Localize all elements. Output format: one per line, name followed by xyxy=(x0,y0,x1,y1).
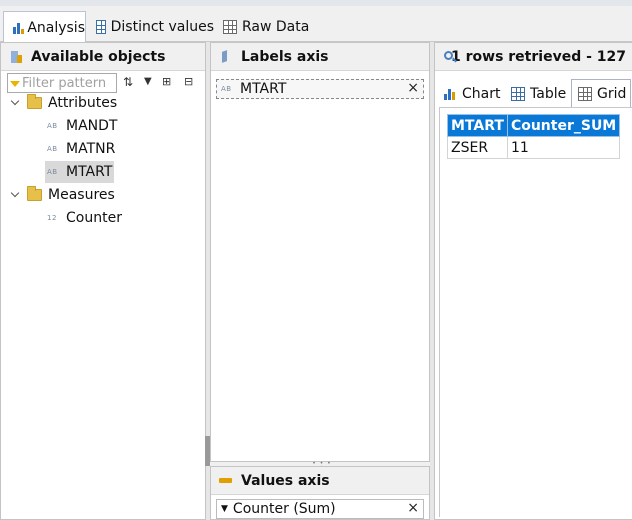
folder-icon xyxy=(27,186,42,201)
table-icon xyxy=(96,19,106,34)
tree-item-counter[interactable]: 12 Counter xyxy=(47,207,122,229)
labels-axis-panel: Labels axis AB MTART × xyxy=(210,42,430,462)
grid-cell[interactable]: 11 xyxy=(506,136,621,159)
grid-icon xyxy=(578,86,592,101)
bar-chart-icon xyxy=(12,21,24,35)
tree-item-mtart[interactable]: AB MTART xyxy=(45,161,115,183)
expand-all-icon[interactable]: ⊞ xyxy=(162,75,171,88)
values-axis-header: Values axis xyxy=(211,467,429,495)
values-axis-chip[interactable]: ▼ Counter (Sum) × xyxy=(216,499,424,519)
tab-distinct-values-label: Distinct values xyxy=(110,18,214,35)
measure-label: Counter xyxy=(66,210,122,226)
grid-content-area: MTART Counter_SUM ZSER 11 xyxy=(439,107,632,517)
results-status: 1 rows retrieved - 127 m xyxy=(451,48,632,65)
tab-raw-data-label: Raw Data xyxy=(242,18,310,35)
labels-axis-header: Labels axis xyxy=(211,43,429,71)
filter-funnel-icon xyxy=(10,81,20,87)
tab-chart[interactable]: Chart xyxy=(437,81,503,107)
tree-item-mandt[interactable]: AB MANDT xyxy=(47,115,117,137)
axis-marker-icon xyxy=(219,49,233,64)
table-icon xyxy=(511,87,525,101)
tab-table[interactable]: Table xyxy=(505,81,571,107)
attribute-label: MANDT xyxy=(66,118,118,134)
cube-icon xyxy=(9,50,23,64)
attributes-label: Attributes xyxy=(48,95,118,111)
chevron-down-icon[interactable] xyxy=(11,98,21,108)
collapse-all-icon[interactable]: ⊟ xyxy=(184,75,193,88)
text-type-icon: AB xyxy=(221,85,232,93)
text-type-icon: AB xyxy=(47,122,58,130)
tab-distinct-values[interactable]: Distinct values xyxy=(88,11,214,42)
filter-input[interactable]: Filter pattern xyxy=(7,73,117,93)
table-row[interactable]: ZSER 11 xyxy=(447,136,621,159)
tab-strip-background xyxy=(0,0,632,6)
available-objects-header: Available objects xyxy=(1,43,205,71)
tab-chart-label: Chart xyxy=(462,86,501,102)
tab-table-label: Table xyxy=(530,86,567,102)
available-objects-title: Available objects xyxy=(31,48,166,65)
tab-grid-label: Grid xyxy=(597,85,627,102)
chevron-down-icon[interactable] xyxy=(11,190,21,200)
folder-icon xyxy=(27,94,42,109)
tab-analysis[interactable]: Analysis xyxy=(3,11,86,43)
results-header: 1 rows retrieved - 127 m xyxy=(435,43,632,71)
column-header-counter-sum[interactable]: Counter_SUM xyxy=(506,114,621,137)
labels-axis-chip[interactable]: AB MTART × xyxy=(216,79,424,99)
grid-icon xyxy=(223,19,237,34)
tree-node-measures[interactable]: Measures xyxy=(11,184,115,206)
measures-label: Measures xyxy=(48,187,115,203)
available-objects-panel: Available objects Filter pattern ⇅ ▼ ⊞ ⊟… xyxy=(0,42,206,520)
tree-item-matnr[interactable]: AB MATNR xyxy=(47,138,115,160)
numeric-type-icon: 12 xyxy=(47,214,57,222)
values-axis-title: Values axis xyxy=(241,472,330,489)
column-header-mtart[interactable]: MTART xyxy=(447,114,508,137)
tab-grid[interactable]: Grid xyxy=(571,79,631,107)
labels-chip-label: MTART xyxy=(240,81,287,97)
results-grid[interactable]: MTART Counter_SUM ZSER 11 xyxy=(447,114,621,159)
remove-chip-icon[interactable]: × xyxy=(407,80,419,96)
grid-header-row: MTART Counter_SUM xyxy=(447,114,621,137)
results-panel: 1 rows retrieved - 127 m Chart Table Gri… xyxy=(434,42,632,520)
tab-raw-data[interactable]: Raw Data xyxy=(215,11,315,42)
chevron-down-icon[interactable]: ▼ xyxy=(221,504,228,514)
grid-cell[interactable]: ZSER xyxy=(447,136,508,159)
text-type-icon: AB xyxy=(47,145,58,153)
results-tab-bar: Chart Table Grid xyxy=(435,71,632,107)
attribute-label: MATNR xyxy=(66,141,116,157)
filter-placeholder: Filter pattern xyxy=(22,75,107,91)
text-type-icon: AB xyxy=(47,168,58,176)
remove-chip-icon[interactable]: × xyxy=(407,500,419,516)
values-chip-label: Counter (Sum) xyxy=(232,501,336,517)
sort-toggle-icon[interactable]: ⇅ xyxy=(123,75,133,89)
tree-node-attributes[interactable]: Attributes xyxy=(11,92,117,114)
values-axis-panel: Values axis ▼ Counter (Sum) × xyxy=(210,466,430,520)
attribute-label: MTART xyxy=(66,164,113,180)
tab-analysis-label: Analysis xyxy=(27,19,85,36)
bar-chart-icon xyxy=(443,87,457,101)
dropdown-arrow-icon[interactable]: ▼ xyxy=(144,76,152,87)
top-tab-strip: Analysis Distinct values Raw Data xyxy=(0,0,632,43)
ruler-icon xyxy=(219,474,233,488)
labels-axis-title: Labels axis xyxy=(241,48,329,65)
